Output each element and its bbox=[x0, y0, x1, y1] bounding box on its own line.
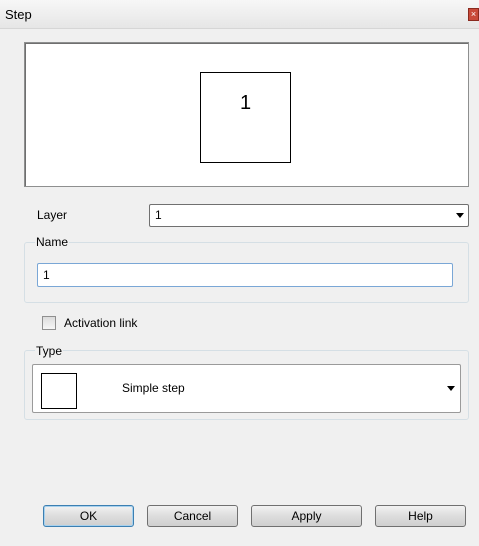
window-title: Step bbox=[5, 7, 32, 22]
close-icon[interactable]: × bbox=[468, 8, 479, 21]
preview-step-label: 1 bbox=[239, 92, 252, 114]
name-input-value: 1 bbox=[43, 268, 50, 282]
type-group-title: Type bbox=[35, 344, 64, 358]
name-group-title: Name bbox=[35, 235, 70, 249]
ok-button[interactable]: OK bbox=[43, 505, 134, 527]
type-selected-value: Simple step bbox=[122, 381, 185, 395]
type-dropdown[interactable]: Simple step bbox=[32, 364, 461, 413]
apply-button[interactable]: Apply bbox=[251, 505, 362, 527]
step-type-swatch bbox=[41, 373, 77, 409]
step-preview: 1 bbox=[24, 42, 469, 187]
layer-dropdown[interactable]: 1 bbox=[149, 204, 469, 227]
cancel-button[interactable]: Cancel bbox=[147, 505, 238, 527]
activation-link-label: Activation link bbox=[64, 316, 138, 330]
help-button[interactable]: Help bbox=[375, 505, 466, 527]
chevron-down-icon bbox=[456, 212, 464, 218]
layer-label: Layer bbox=[37, 208, 68, 222]
name-input[interactable]: 1 bbox=[37, 263, 453, 287]
chevron-down-icon bbox=[447, 385, 455, 391]
layer-selected-value: 1 bbox=[155, 208, 162, 222]
title-bar: Step × bbox=[0, 0, 479, 29]
activation-link-checkbox[interactable] bbox=[42, 316, 56, 330]
preview-step-box: 1 bbox=[200, 72, 291, 163]
